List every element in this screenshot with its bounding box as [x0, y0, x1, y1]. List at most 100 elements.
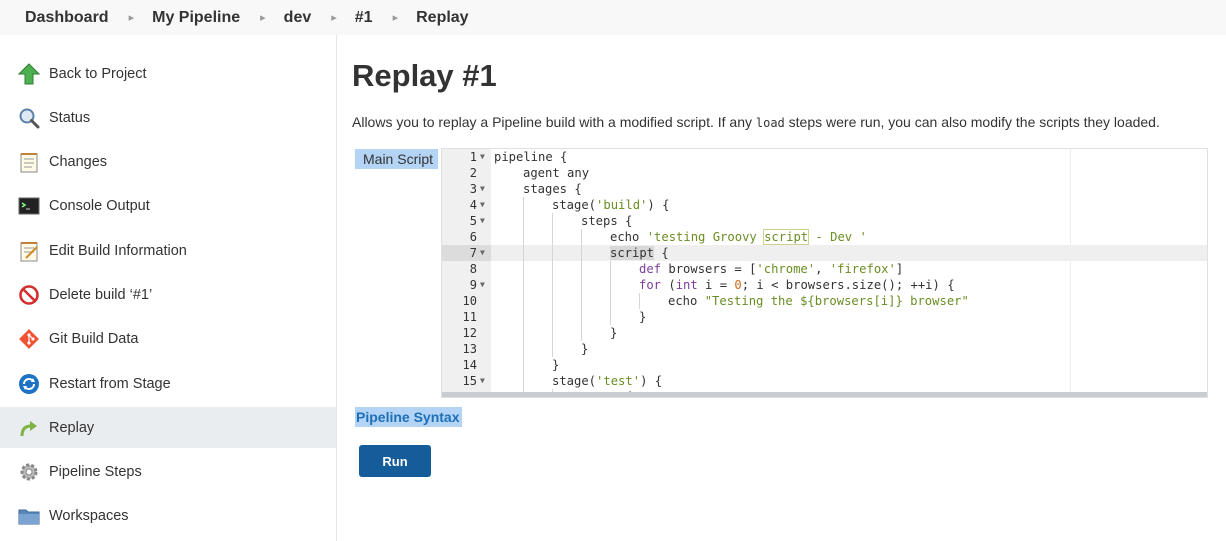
code-text: stage('test') {	[552, 374, 663, 388]
fold-arrow-icon[interactable]: ▼	[480, 373, 485, 389]
sidebar-item-workspaces[interactable]: Workspaces	[0, 495, 336, 536]
indent-guide	[581, 229, 582, 245]
code-line[interactable]: 7 ▼ script {	[442, 245, 1207, 261]
fold-arrow-icon[interactable]: ▼	[480, 181, 485, 197]
code-line[interactable]: 4 ▼ stage('build') {	[442, 197, 1207, 213]
fold-arrow-icon[interactable]: ▼	[480, 245, 485, 261]
line-number: 11	[462, 310, 477, 324]
editor-scrollbar[interactable]	[442, 392, 1207, 397]
code-line[interactable]: 3 ▼ stages {	[442, 181, 1207, 197]
fold-arrow-icon[interactable]: ▼	[480, 277, 485, 293]
code-text: pipeline {	[494, 150, 568, 164]
code-text: stage('build') {	[552, 198, 670, 212]
sidebar-item-replay[interactable]: Replay	[0, 407, 336, 448]
indent-guide	[552, 245, 553, 261]
indent-guide	[523, 293, 524, 309]
indent-guide	[610, 293, 611, 309]
indent-guide	[639, 293, 640, 309]
code-line[interactable]: 13}	[442, 341, 1207, 357]
code-text: agent any	[523, 166, 590, 180]
code-line[interactable]: 11}	[442, 309, 1207, 325]
code-text: script {	[610, 246, 669, 260]
code-line[interactable]: 6 echo 'testing Groovy script - Dev '	[442, 229, 1207, 245]
indent-guide	[523, 213, 524, 229]
run-button[interactable]: Run	[359, 445, 431, 477]
indent-guide	[523, 341, 524, 357]
chevron-right-icon[interactable]: ▸	[393, 11, 399, 24]
indent-guide	[523, 277, 524, 293]
indent-guide	[581, 261, 582, 277]
sidebar-item-label: Delete build ‘#1’	[49, 286, 153, 303]
code-line[interactable]: 15 ▼ stage('test') {	[442, 373, 1207, 389]
indent-guide	[552, 325, 553, 341]
chevron-right-icon[interactable]: ▸	[260, 11, 266, 24]
description-text: steps were run, you can also modify the …	[784, 114, 1160, 130]
terminal-icon	[17, 194, 40, 217]
fold-arrow-icon[interactable]: ▼	[480, 197, 485, 213]
code-text: }	[639, 310, 647, 324]
sidebar-item-restart-from-stage[interactable]: Restart from Stage	[0, 363, 336, 404]
sidebar-item-pipeline-steps[interactable]: Pipeline Steps	[0, 451, 336, 492]
main-script-label: Main Script	[355, 149, 439, 169]
line-number: 12	[462, 326, 477, 340]
code-text: echo 'testing Groovy script - Dev '	[610, 229, 867, 245]
description-code: load	[755, 116, 785, 130]
breadcrumb-my-pipeline[interactable]: My Pipeline	[152, 9, 240, 27]
indent-guide	[552, 293, 553, 309]
code-text: }	[581, 342, 589, 356]
sidebar-item-console-output[interactable]: Console Output	[0, 185, 336, 226]
indent-guide	[610, 309, 611, 325]
sidebar-item-edit-build-information[interactable]: Edit Build Information	[0, 230, 336, 271]
indent-guide	[523, 373, 524, 389]
gear-icon	[17, 460, 40, 483]
breadcrumb-replay[interactable]: Replay	[416, 9, 468, 27]
notepad-edit-icon	[17, 239, 40, 262]
sidebar-item-label: Workspaces	[49, 507, 129, 524]
code-line[interactable]: 1 ▼ pipeline {	[442, 149, 1207, 165]
sidebar-item-label: Edit Build Information	[49, 242, 187, 259]
sidebar-item-label: Git Build Data	[49, 330, 139, 347]
code-line[interactable]: 5 ▼ steps {	[442, 213, 1207, 229]
indent-guide	[552, 309, 553, 325]
breadcrumb-build-1[interactable]: #1	[355, 9, 373, 27]
code-text: }	[610, 326, 618, 340]
code-line[interactable]: 14}	[442, 357, 1207, 373]
indent-guide	[523, 357, 524, 373]
code-line[interactable]: 8 def browsers = ['chrome', 'firefox']	[442, 261, 1207, 277]
indent-guide	[581, 309, 582, 325]
sidebar-item-delete-build[interactable]: Delete build ‘#1’	[0, 274, 336, 315]
breadcrumb: Dashboard ▸ My Pipeline ▸ dev ▸ #1 ▸ Rep…	[0, 0, 1226, 35]
fold-arrow-icon[interactable]: ▼	[480, 213, 485, 229]
indent-guide	[523, 245, 524, 261]
indent-guide	[523, 197, 524, 213]
line-number: 8	[469, 262, 477, 276]
indent-guide	[523, 229, 524, 245]
sidebar-item-changes[interactable]: Changes	[0, 141, 336, 182]
replay-arrow-icon	[17, 416, 40, 439]
indent-guide	[581, 277, 582, 293]
code-line[interactable]: 9 ▼ for (int i = 0; i < browsers.size(); +…	[442, 277, 1207, 293]
chevron-right-icon[interactable]: ▸	[129, 11, 135, 24]
indent-guide	[610, 277, 611, 293]
breadcrumb-dev[interactable]: dev	[284, 9, 312, 27]
code-line[interactable]: 2 agent any	[442, 165, 1207, 181]
script-editor[interactable]: 1 ▼ pipeline {2 agent any 3 ▼ stages {4 ▼ stage(…	[441, 148, 1208, 398]
line-number: 6	[469, 230, 477, 244]
indent-guide	[523, 325, 524, 341]
indent-guide	[610, 261, 611, 277]
breadcrumb-dashboard[interactable]: Dashboard	[25, 9, 109, 27]
magnifier-icon	[17, 106, 40, 129]
sidebar-item-back-to-project[interactable]: Back to Project	[0, 53, 336, 94]
sidebar-item-git-build-data[interactable]: Git Build Data	[0, 318, 336, 359]
indent-guide	[581, 293, 582, 309]
indent-guide	[552, 213, 553, 229]
code-line[interactable]: 12}	[442, 325, 1207, 341]
pipeline-syntax-link[interactable]: Pipeline Syntax	[355, 407, 463, 427]
no-entry-icon	[17, 283, 40, 306]
indent-guide	[523, 261, 524, 277]
git-icon	[17, 327, 40, 350]
chevron-right-icon[interactable]: ▸	[331, 11, 337, 24]
sidebar-item-status[interactable]: Status	[0, 97, 336, 138]
code-line[interactable]: 10 echo "Testing the ${browsers[i]} brows…	[442, 293, 1207, 309]
fold-arrow-icon[interactable]: ▼	[480, 149, 485, 165]
